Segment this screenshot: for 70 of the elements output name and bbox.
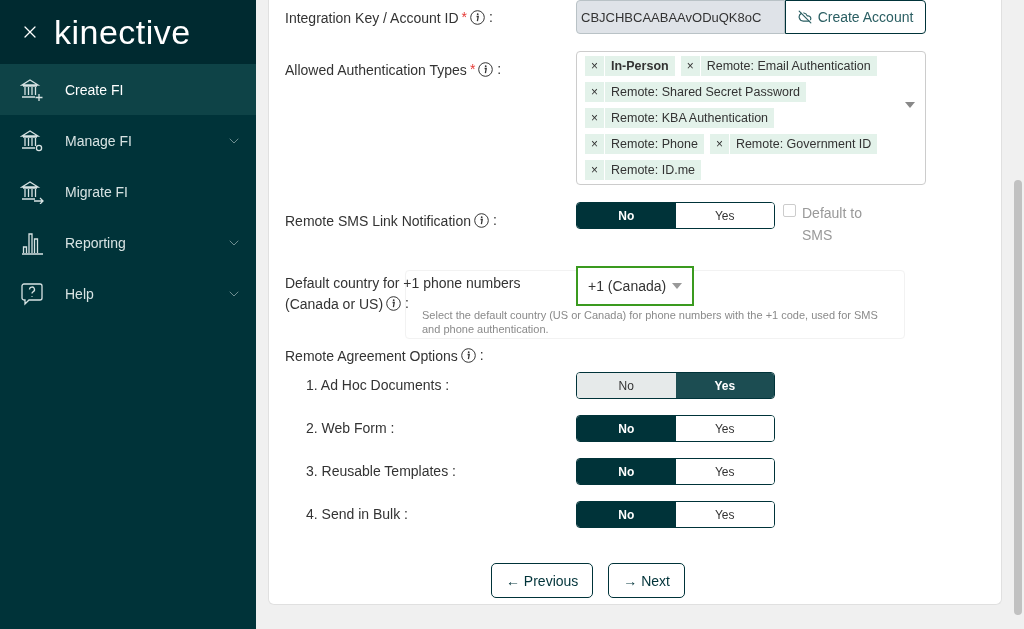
toggle-option[interactable]: No	[577, 502, 676, 527]
sidebar-item-label: Create FI	[65, 81, 125, 98]
remove-tag-button[interactable]: ×	[680, 56, 701, 76]
caret-icon	[905, 102, 915, 108]
bar-chart-icon	[20, 230, 44, 255]
info-icon[interactable]	[386, 296, 402, 311]
toggle-option[interactable]: No	[577, 203, 676, 228]
info-icon[interactable]	[470, 10, 485, 25]
remove-tag-button[interactable]: ×	[585, 108, 605, 128]
label-colon: :	[479, 346, 484, 364]
cloud-off-icon	[797, 10, 812, 24]
label-colon: :	[492, 211, 497, 229]
sidebar-item[interactable]: Help	[0, 268, 256, 319]
remove-tag-button[interactable]: ×	[709, 134, 730, 154]
previous-button[interactable]: ← Previous	[490, 563, 594, 598]
field-label: Default country for +1 phone numbers	[285, 274, 521, 293]
remove-tag-button[interactable]: ×	[585, 160, 605, 180]
tag-label: In-Person	[610, 59, 670, 73]
required-mark: *	[461, 8, 467, 26]
tooltip-text: Select the default country (US or Canada) for phone numbers with the +1 code, used for SMS and phone authentication.	[422, 308, 879, 336]
option-label: 4. Send in Bulk :	[306, 505, 408, 524]
info-icon[interactable]	[478, 62, 494, 77]
option-label: 1. Ad Hoc Documents :	[306, 376, 450, 395]
sidebar-item-label: Manage FI	[65, 132, 133, 149]
scrollbar-thumb[interactable]	[1014, 180, 1022, 615]
sidebar-item-label: Migrate FI	[65, 183, 129, 200]
tag-label: Remote: Government ID	[734, 137, 873, 151]
label-colon: :	[489, 8, 493, 26]
create-account-button[interactable]: Create Account	[785, 0, 926, 34]
option-label: 3. Reusable Templates :	[306, 462, 456, 481]
logo: kinective	[54, 12, 191, 52]
help-icon	[20, 281, 44, 306]
tag-label: Remote: Email Authentication	[705, 59, 872, 73]
remove-tag-button[interactable]: ×	[585, 134, 605, 154]
label-colon: :	[497, 60, 502, 78]
toggle-option[interactable]: No	[577, 416, 676, 441]
tag-label: Remote: Phone	[610, 137, 699, 151]
sidebar-item[interactable]: Migrate FI	[0, 166, 256, 217]
bank-icon	[20, 179, 44, 204]
field-label: (Canada or US)	[285, 295, 384, 314]
sidebar-item[interactable]: Create FI	[0, 64, 256, 115]
required-mark: *	[469, 60, 476, 78]
field-label: Remote SMS Link Notification	[285, 212, 471, 231]
label-colon: :	[405, 294, 409, 312]
caret-icon	[672, 283, 683, 289]
info-icon[interactable]	[473, 213, 489, 228]
remove-tag-button[interactable]: ×	[585, 56, 605, 76]
section-label: Remote Agreement Options	[285, 347, 458, 366]
field-label: Integration Key / Account ID	[285, 9, 459, 28]
tag-label: Remote: KBA Authentication	[610, 111, 770, 125]
toggle-option[interactable]: No	[577, 373, 676, 398]
info-icon[interactable]	[460, 348, 476, 363]
next-button[interactable]: → Next	[608, 563, 685, 598]
integration-key-field[interactable]: CBJCHBCAABAAvODuQK8oC	[576, 0, 785, 34]
sidebar-item-label: Help	[65, 285, 95, 302]
tag-label: Remote: Shared Secret Password	[610, 85, 801, 99]
option-label: 2. Web Form :	[306, 419, 395, 438]
multi-select-field[interactable]: × In-Person × Remote: Email Authentication × Remote: Shared Secret Password × Remote: KBA Authentication × Remote: Phone × Remote: Government ID × Remote: ID.me	[576, 51, 926, 185]
remove-tag-button[interactable]: ×	[585, 82, 605, 102]
tag-label: Remote: ID.me	[610, 163, 697, 177]
toggle-option[interactable]: Yes	[675, 373, 774, 398]
checkbox-label: Default to SMS	[802, 204, 863, 245]
sidebar-item[interactable]: Manage FI	[0, 115, 256, 166]
bank-icon	[20, 77, 44, 102]
toggle-option[interactable]: No	[577, 459, 676, 484]
sidebar-item[interactable]: Reporting	[0, 217, 256, 268]
country-select[interactable]: +1 (Canada)	[576, 266, 695, 306]
bank-icon	[20, 128, 44, 153]
field-label: Allowed Authentication Types	[285, 61, 467, 80]
sidebar-item-label: Reporting	[65, 234, 127, 251]
